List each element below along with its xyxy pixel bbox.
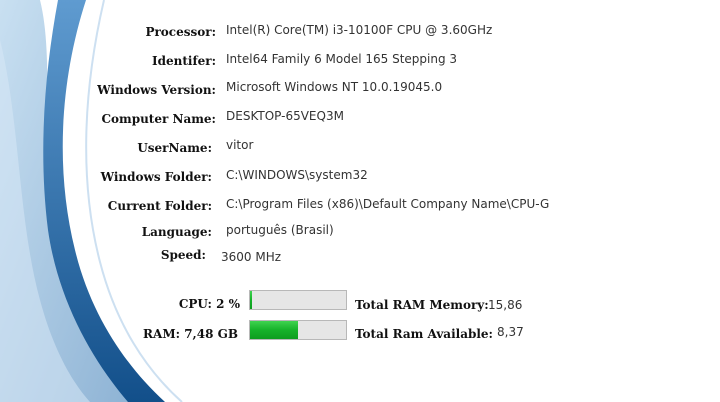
ram-usage-bar-fill (250, 321, 298, 339)
speed-label: Speed: (160, 248, 206, 262)
identifier-value: Intel64 Family 6 Model 165 Stepping 3 (226, 52, 458, 66)
processor-label: Processor: (145, 25, 216, 39)
cpu-g-window: Processor: Intel(R) Core(TM) i3-10100F C… (0, 0, 720, 402)
cpu-usage-bar-fill (250, 291, 252, 309)
ram-usage-bar (249, 320, 347, 340)
total-ram-memory-label: Total RAM Memory: (355, 298, 489, 312)
computer-name-label: Computer Name: (101, 112, 216, 126)
windows-version-value: Microsoft Windows NT 10.0.19045.0 (226, 80, 443, 94)
speed-value: 3600 MHz (221, 250, 282, 264)
current-folder-value: C:\Program Files (x86)\Default Company N… (226, 197, 550, 211)
cpu-usage-bar (249, 290, 347, 310)
windows-version-label: Windows Version: (97, 83, 216, 97)
current-folder-label: Current Folder: (107, 199, 212, 213)
processor-value: Intel(R) Core(TM) i3-10100F CPU @ 3.60GH… (226, 23, 493, 37)
language-label: Language: (141, 225, 212, 239)
total-ram-available-value: 8,37 (497, 325, 524, 339)
language-value: português (Brasil) (226, 223, 334, 237)
total-ram-memory-value: 15,86 (488, 298, 523, 312)
computer-name-value: DESKTOP-65VEQ3M (226, 109, 344, 123)
cpu-usage-label: CPU: 2 % (178, 297, 240, 311)
username-label: UserName: (137, 141, 212, 155)
windows-folder-label: Windows Folder: (100, 170, 212, 184)
ram-usage-label: RAM: 7,48 GB (143, 327, 238, 341)
username-value: vitor (226, 138, 254, 152)
windows-folder-value: C:\WINDOWS\system32 (226, 168, 368, 182)
identifier-label: Identifer: (151, 54, 216, 68)
total-ram-available-label: Total Ram Available: (355, 327, 493, 341)
